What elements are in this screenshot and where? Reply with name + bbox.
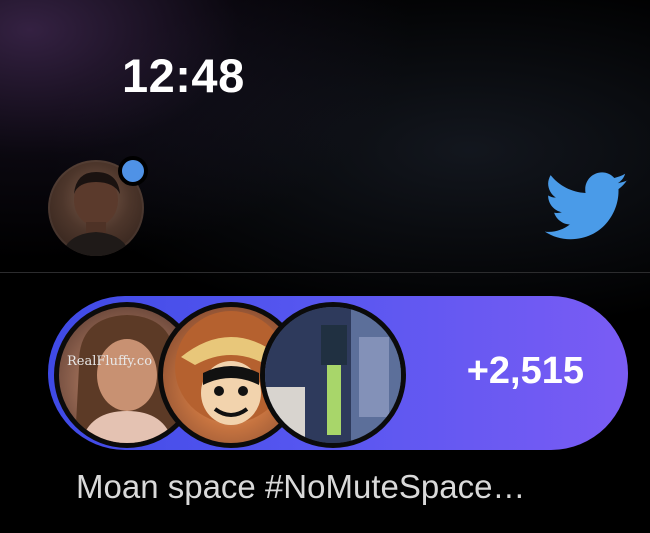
background xyxy=(0,0,650,533)
header-divider xyxy=(0,272,650,273)
participant-avatar xyxy=(260,302,406,448)
participant-3-image xyxy=(265,307,401,443)
space-card[interactable]: RealFluffy.co +2,515 xyxy=(48,296,628,450)
notification-dot xyxy=(118,156,148,186)
listener-count: +2,515 xyxy=(466,350,584,392)
space-title[interactable]: Moan space #NoMuteSpace… xyxy=(76,468,525,506)
status-bar-time: 12:48 xyxy=(122,49,245,102)
twitter-bird-icon[interactable] xyxy=(545,172,629,242)
participant-watermark: RealFluffy.co xyxy=(67,354,152,369)
